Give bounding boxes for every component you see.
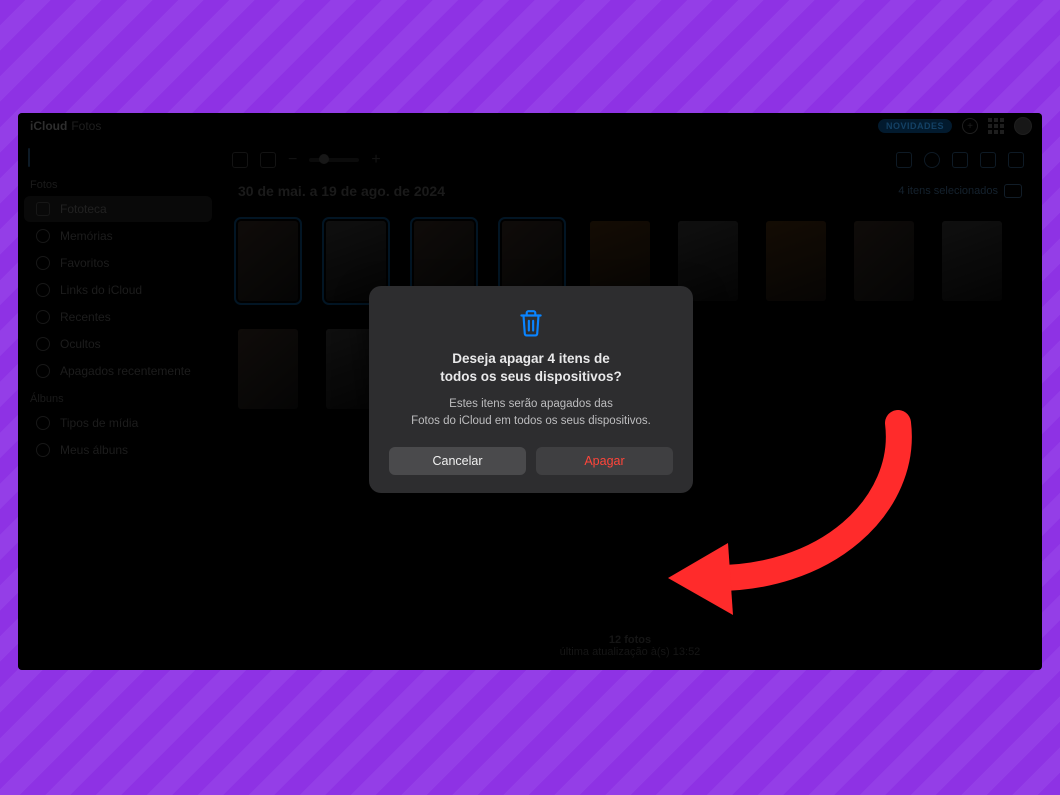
dialog-message: Estes itens serão apagados das Fotos do … <box>389 396 673 428</box>
delete-button[interactable]: Apagar <box>536 447 673 475</box>
cancel-button[interactable]: Cancelar <box>389 447 526 475</box>
app-window: iCloud Fotos NOVIDADES + Fotos Fototeca … <box>18 113 1042 670</box>
dialog-title: Deseja apagar 4 itens de todos os seus d… <box>389 350 673 386</box>
dialog-buttons: Cancelar Apagar <box>389 447 673 475</box>
delete-confirm-dialog: Deseja apagar 4 itens de todos os seus d… <box>369 286 693 493</box>
dialog-message-line: Fotos do iCloud em todos os seus disposi… <box>411 415 651 427</box>
dialog-message-line: Estes itens serão apagados das <box>449 398 613 410</box>
dialog-title-line: todos os seus dispositivos? <box>440 369 622 384</box>
dialog-title-line: Deseja apagar 4 itens de <box>452 351 610 366</box>
trash-icon <box>389 308 673 338</box>
